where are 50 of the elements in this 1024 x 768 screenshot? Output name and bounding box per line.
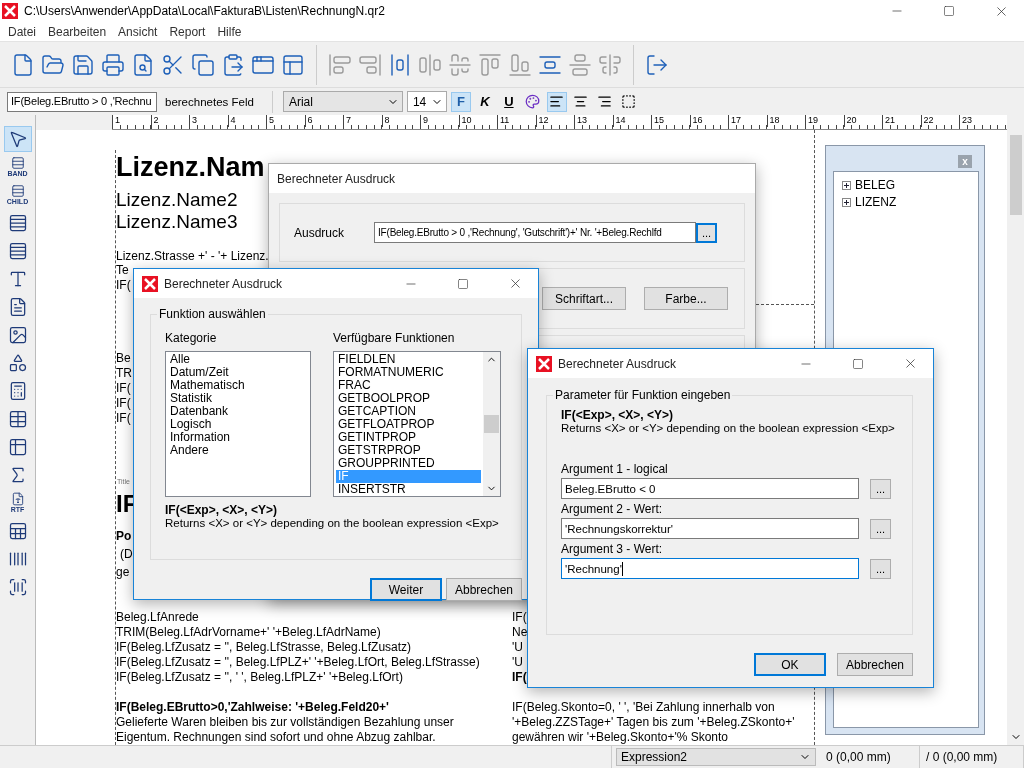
window-title: C:\Users\Anwender\AppData\Local\FakturaB\Listen\RechnungN.qr2 <box>24 4 386 18</box>
category-label: Kategorie <box>165 331 218 345</box>
function-description: Returns <X> or <Y> depending on the boolean expression <Exp> <box>561 422 896 434</box>
ruler: 1 2 3 4 5 6 7 8 9 10 11 12 13 14 15 16 17 18 19 20 21 22 23 <box>112 115 1007 130</box>
report-field: IF( <box>512 671 527 683</box>
y-position: / 0 (0,00 mm) <box>920 746 1024 768</box>
functions-label: Verfügbare Funktionen <box>333 331 456 345</box>
report-field: IF(Beleg.EBrutto>0,'Zahlweise: '+Beleg.Feld20+' <box>116 701 389 713</box>
report-field: Po <box>116 530 132 542</box>
report-field: IF(Beleg.LfZusatz = '', Beleg.LfStrasse, Beleg.LfZusatz) <box>116 641 412 653</box>
dialog-title: Berechneter Ausdruck <box>277 171 397 186</box>
report-field: Lizenz.Strasse +' - '+ Lizenz. <box>116 250 269 262</box>
report-field: Te <box>116 264 129 276</box>
report-field: '+Beleg.ZZSTage+' Tagen bis zum '+Beleg.ZSkonto+' <box>512 716 795 728</box>
group-title: Funktion auswählen <box>157 307 268 321</box>
report-field: IF(Beleg.Skonto=0, ' ', 'Bei Zahlung innerhalb von <box>512 701 775 713</box>
report-field: IF(Beleg.LfZusatz = '', Beleg.LfPLZ+' '+Beleg.LfOrt, Beleg.LfStrasse) <box>116 656 480 668</box>
report-field: Lizenz.Name2 <box>116 190 238 209</box>
argument-label: Argument 1 - logical <box>561 462 669 476</box>
report-field: Gelieferte Waren bleiben bis zur vollständigen Bezahlung unser <box>116 716 454 728</box>
report-field: IF(Beleg.LfZusatz = '', ' ', Beleg.LfPLZ+' '+Beleg.LfOrt) <box>116 671 403 683</box>
report-field: ge <box>116 566 130 578</box>
report-field: IF( <box>116 397 131 409</box>
report-field: TRIM(Beleg.LfAdrVorname+' '+Beleg.LfAdrName) <box>116 626 381 638</box>
report-field: Lizenz.Name3 <box>116 212 238 231</box>
report-field: Eigentum. Rechnungen sind sofort und ohne Abzug zahlbar. <box>116 731 436 743</box>
report-field: TR <box>116 367 132 379</box>
field-type-label: berechnetes Feld <box>165 95 254 108</box>
dialog-title: Berechneter Ausdruck <box>558 356 678 371</box>
report-field: IF( <box>116 279 131 291</box>
report-field: IF( <box>116 412 131 424</box>
report-field: IF( <box>512 611 527 623</box>
function-signature: IF(<Exp>, <X>, <Y>) <box>165 503 279 517</box>
function-signature: IF(<Exp>, <X>, <Y>) <box>561 408 675 422</box>
expression-label: Ausdruck <box>294 225 345 240</box>
report-field: 'U <box>512 641 523 653</box>
dialog-title: Berechneter Ausdruck <box>164 276 284 291</box>
report-field: Be <box>116 352 131 364</box>
report-field: IF( <box>116 382 131 394</box>
argument-label: Argument 3 - Wert: <box>561 542 664 556</box>
report-field: gewähren wir '+Beleg.Skonto+'% Skonto <box>512 731 729 743</box>
report-field: Beleg.LfAnrede <box>116 611 199 623</box>
x-position: 0 (0,00 mm) <box>820 746 920 768</box>
group-title: Parameter für Funktion eingeben <box>553 388 733 402</box>
function-description: Returns <X> or <Y> depending on the boolean expression <Exp> <box>165 517 500 529</box>
argument-label: Argument 2 - Wert: <box>561 502 664 516</box>
report-field: Ne <box>512 626 528 638</box>
report-field: Lizenz.Nam <box>116 154 265 181</box>
report-field: (D <box>120 548 133 560</box>
report-field: 'U <box>512 656 523 668</box>
